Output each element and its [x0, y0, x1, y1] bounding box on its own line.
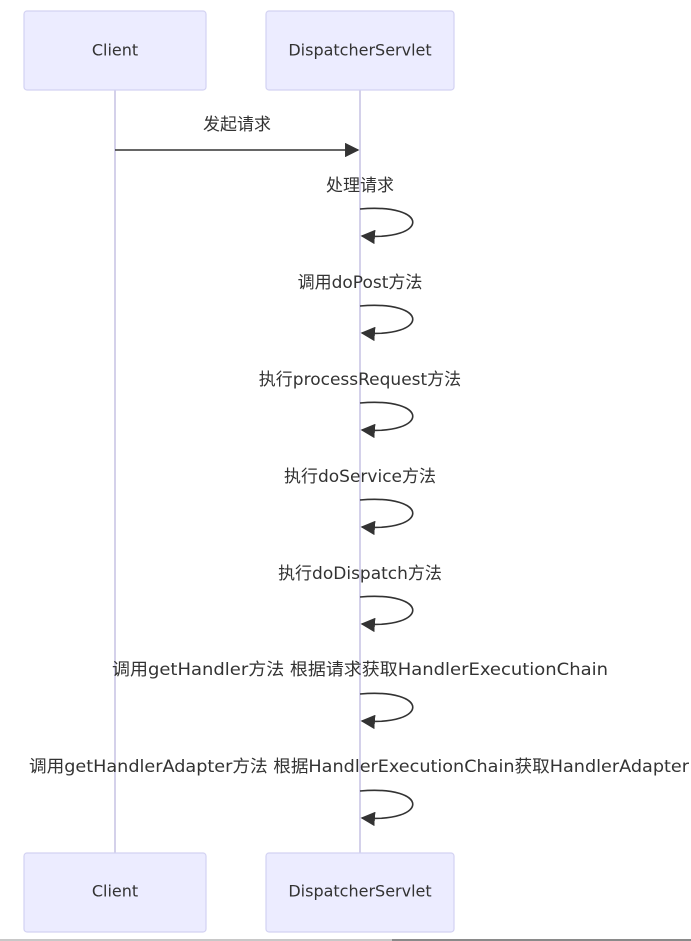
actor-client-top-label: Client [92, 41, 138, 60]
self-message-doservice-label: 执行doService方法 [284, 467, 436, 487]
self-message-gethandleradapter-arrow [359, 789, 414, 827]
message-request-label: 发起请求 [203, 115, 271, 135]
self-message-handle-request-label: 处理请求 [326, 176, 394, 196]
actor-dispatcher-bottom: DispatcherServlet [265, 852, 455, 933]
self-message-dodispatch-label: 执行doDispatch方法 [278, 564, 442, 584]
self-message-gethandler-label: 调用getHandler方法 根据请求获取HandlerExecutionCha… [112, 660, 608, 680]
self-message-handle-request: 处理请求 [326, 176, 414, 245]
sequence-diagram: Client DispatcherServlet 发起请求 处理请求 调用doP… [23, 10, 689, 933]
actor-dispatcher-bottom-label: DispatcherServlet [288, 882, 431, 901]
self-message-dopost-label: 调用doPost方法 [298, 273, 423, 293]
self-message-gethandleradapter: 调用getHandlerAdapter方法 根据HandlerExecution… [29, 757, 689, 827]
self-message-dopost-arrow [359, 304, 414, 342]
self-message-handle-request-arrow [359, 207, 414, 245]
actor-client-bottom-label: Client [92, 882, 138, 901]
self-message-process-request-label: 执行processRequest方法 [259, 370, 461, 390]
self-message-gethandleradapter-label: 调用getHandlerAdapter方法 根据HandlerExecution… [29, 757, 689, 777]
actor-client-bottom: Client [23, 852, 207, 933]
self-message-dodispatch-arrow [359, 595, 414, 633]
self-message-doservice-arrow [359, 498, 414, 536]
message-request: 发起请求 [115, 115, 360, 158]
actor-dispatcher-top-label: DispatcherServlet [288, 41, 431, 60]
self-message-gethandler-arrow [359, 692, 414, 730]
self-message-process-request-arrow [359, 401, 414, 439]
actor-dispatcher-top: DispatcherServlet [265, 10, 455, 91]
actor-client-top: Client [23, 10, 207, 91]
